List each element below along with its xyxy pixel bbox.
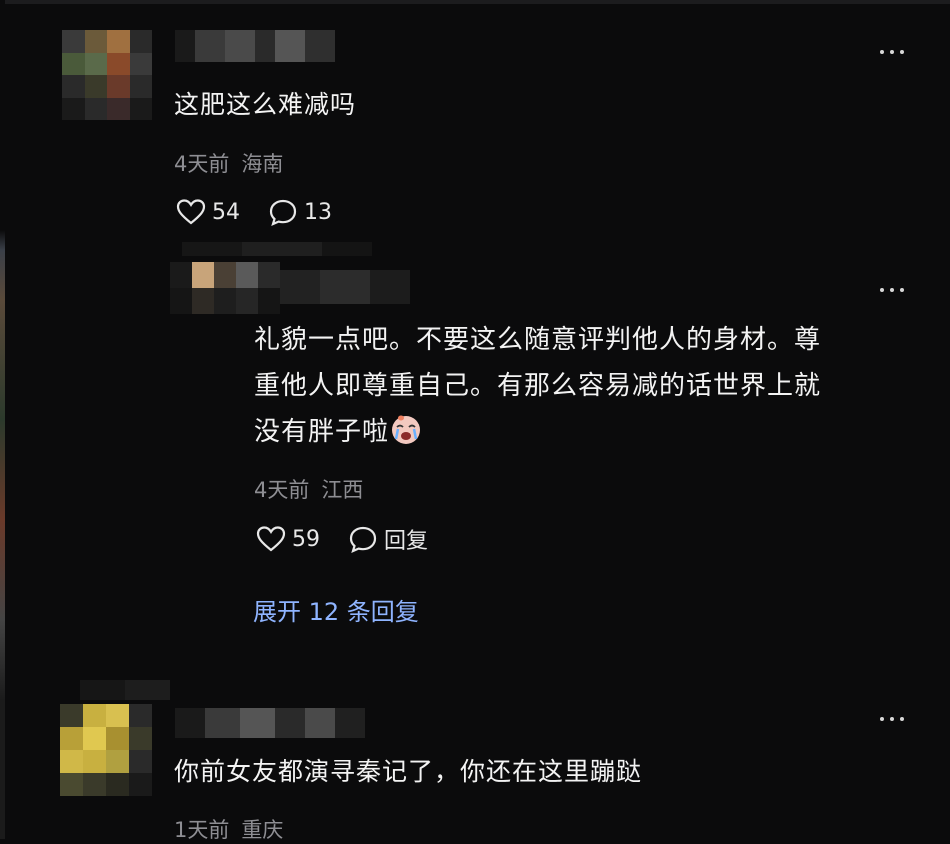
comment-time: 4天前 <box>254 478 310 502</box>
background-edge-strip <box>0 0 5 839</box>
heart-icon <box>256 526 286 552</box>
comment-bubble-icon <box>349 526 377 553</box>
comment-meta: 1天前 重庆 <box>174 814 295 844</box>
comment-time: 1天前 <box>174 818 230 842</box>
comment-meta: 4天前 江西 <box>254 474 375 504</box>
comment-actions: 59 回复 <box>256 523 456 555</box>
username-blurred[interactable] <box>175 708 365 738</box>
comment-bubble-icon <box>269 199 297 226</box>
avatar[interactable] <box>60 704 152 796</box>
heart-icon <box>176 199 206 225</box>
header-blur <box>80 680 170 700</box>
top-divider <box>0 0 950 4</box>
more-options-icon[interactable] <box>880 284 910 296</box>
reply-header-blur <box>182 242 372 256</box>
reply-label: 回复 <box>384 529 429 554</box>
reply-count: 13 <box>304 199 332 225</box>
more-options-icon[interactable] <box>880 46 910 58</box>
like-button[interactable]: 59 <box>256 525 320 553</box>
more-options-icon[interactable] <box>880 713 910 725</box>
username-blurred[interactable] <box>175 30 335 62</box>
comment-time: 4天前 <box>174 152 230 176</box>
reply-count-button[interactable]: 13 <box>268 198 332 226</box>
crying-face-emoji <box>392 415 421 444</box>
comment-text-line-3-text: 没有胖子啦 <box>254 417 390 447</box>
comment-location: 海南 <box>241 152 284 176</box>
comment-meta: 4天前 海南 <box>174 148 295 178</box>
username-blurred[interactable] <box>280 270 410 304</box>
comment-location: 江西 <box>321 478 364 502</box>
comment-text-line-3: 没有胖子啦 <box>254 410 423 454</box>
comment-text-line-1: 礼貌一点吧。不要这么随意评判他人的身材。尊 <box>254 325 822 355</box>
comment-actions: 54 13 <box>176 198 360 226</box>
avatar[interactable] <box>170 262 280 314</box>
comment-text-line-2: 重他人即尊重自己。有那么容易减的话世界上就 <box>254 371 822 401</box>
like-count: 54 <box>212 199 240 225</box>
reply-button[interactable]: 回复 <box>348 523 428 555</box>
expand-replies-link[interactable]: 展开 12 条回复 <box>253 592 419 627</box>
comment-location: 重庆 <box>241 818 284 842</box>
avatar[interactable] <box>62 30 152 120</box>
comment-text: 你前女友都演寻秦记了，你还在这里蹦跶 <box>174 757 643 786</box>
like-count: 59 <box>292 526 320 552</box>
comment-text: 这肥这么难减吗 <box>174 90 357 119</box>
like-button[interactable]: 54 <box>176 198 240 226</box>
